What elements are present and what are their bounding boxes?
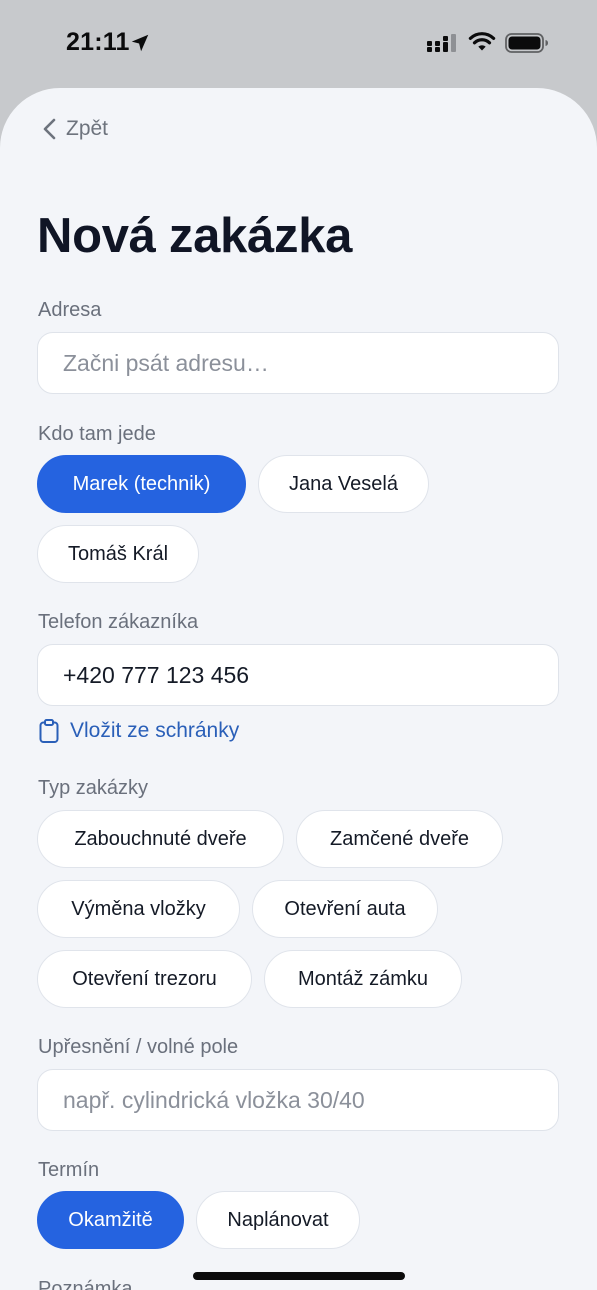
- job-type-chip-zamcene[interactable]: Zamčené dveře: [296, 810, 503, 868]
- clipboard-icon: [39, 719, 59, 743]
- address-input[interactable]: Začni psát adresu…: [37, 332, 559, 394]
- paste-label: Vložit ze schránky: [70, 719, 240, 742]
- address-label: Adresa: [38, 299, 102, 321]
- back-label: Zpět: [66, 117, 109, 140]
- assignee-chip-jana[interactable]: Jana Veselá: [258, 455, 429, 513]
- timing-chip-okamzite[interactable]: Okamžitě: [37, 1191, 184, 1249]
- job-type-chip-otevreni-trezoru[interactable]: Otevření trezoru: [37, 950, 252, 1008]
- paste-from-clipboard-button[interactable]: Vložit ze schránky: [38, 716, 239, 746]
- job-type-chip-otevreni-auta[interactable]: Otevření auta: [252, 880, 438, 938]
- status-bar: 21:11: [0, 0, 597, 88]
- home-indicator[interactable]: [193, 1272, 405, 1280]
- phone-value: +420 777 123 456: [63, 661, 250, 688]
- new-order-sheet: Zpět Nová zakázka Adresa Začni psát adre…: [0, 88, 597, 1290]
- page-title: Nová zakázka: [37, 209, 353, 263]
- details-placeholder: např. cylindrická vložka 30/40: [63, 1086, 365, 1113]
- phone-label: Telefon zákazníka: [38, 611, 199, 633]
- job-type-chip-vymena-vlozky[interactable]: Výměna vložky: [37, 880, 240, 938]
- details-input[interactable]: např. cylindrická vložka 30/40: [37, 1069, 559, 1131]
- chevron-left-icon: [43, 118, 56, 140]
- status-time: 21:11: [66, 28, 130, 56]
- note-label: Poznámka: [38, 1278, 133, 1290]
- timing-label: Termín: [38, 1159, 100, 1181]
- assignee-chip-marek[interactable]: Marek (technik): [37, 455, 246, 513]
- address-placeholder: Začni psát adresu…: [63, 349, 269, 376]
- job-type-label: Typ zakázky: [38, 777, 149, 799]
- assignee-label: Kdo tam jede: [38, 423, 156, 445]
- back-button[interactable]: Zpět: [40, 114, 108, 144]
- job-type-chip-montaz-zamku[interactable]: Montáž zámku: [264, 950, 462, 1008]
- cellular-signal-icon: [427, 34, 456, 52]
- timing-chip-naplanovat[interactable]: Naplánovat: [196, 1191, 360, 1249]
- assignee-chip-tomas[interactable]: Tomáš Král: [37, 525, 199, 583]
- battery-icon: [505, 33, 548, 53]
- phone-input[interactable]: +420 777 123 456: [37, 644, 559, 706]
- job-type-chip-zabouchnute[interactable]: Zabouchnuté dveře: [37, 810, 284, 868]
- wifi-icon: [468, 32, 496, 51]
- details-label: Upřesnění / volné pole: [38, 1036, 239, 1058]
- location-arrow-icon: [131, 34, 149, 52]
